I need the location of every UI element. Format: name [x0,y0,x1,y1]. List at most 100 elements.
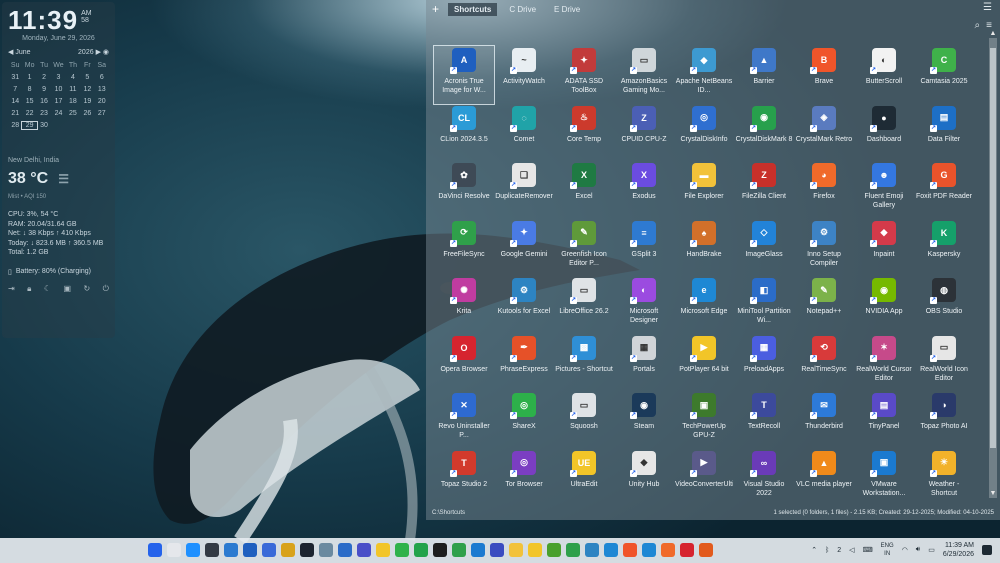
shortcut-item[interactable]: ◑ Topaz Photo AI [914,391,974,449]
calendar-day[interactable]: 24 [51,110,65,117]
calendar-day[interactable]: 31 [8,74,22,81]
battery-tray-icon[interactable]: ▭ [928,546,935,554]
calendar-day[interactable]: 11 [66,86,80,93]
shortcut-item[interactable]: T Topaz Studio 2 [434,449,494,507]
shortcut-item[interactable]: X Excel [554,161,614,219]
shortcut-item[interactable]: ◌ Comet [494,104,554,162]
calendar-day[interactable]: 16 [37,98,51,105]
calendar-day[interactable]: 19 [80,98,94,105]
scrollbar[interactable] [989,38,997,498]
shortcut-item[interactable]: ▲ VLC media player [794,449,854,507]
taskbar-app-icon[interactable] [566,543,580,557]
shortcut-item[interactable]: Z FileZilla Client [734,161,794,219]
calendar-day[interactable]: 20 [95,98,109,105]
calendar-day[interactable]: 22 [22,110,36,117]
shortcut-item[interactable]: ◉ CrystalDiskMark 8 [734,104,794,162]
shortcut-item[interactable]: ☻ Fluent Emoji Gallery [854,161,914,219]
search-icon[interactable]: ⌕ [975,20,981,31]
shortcut-item[interactable]: ☀ Weather - Shortcut [914,449,974,507]
shortcut-item[interactable]: B Brave [794,46,854,104]
calendar-day[interactable]: 1 [22,74,36,81]
tray-keyboard-icon[interactable]: ⌨ [863,546,873,554]
taskbar-app-icon[interactable] [661,543,675,557]
calendar-day[interactable]: 13 [95,86,109,93]
shortcut-item[interactable]: ✒ PhraseExpress [494,334,554,392]
restart-icon[interactable]: ↻ [84,284,91,294]
shortcut-item[interactable]: ▭ AmazonBasics Gaming Mo... [614,46,674,104]
tab-c-drive[interactable]: C Drive [503,3,542,16]
calendar-day[interactable]: 8 [22,86,36,93]
lock-icon[interactable]: 🔒︎ [27,284,31,294]
shortcut-item[interactable]: ♨ Core Temp [554,104,614,162]
shortcut-item[interactable]: ✦ Google Gemini [494,219,554,277]
shortcut-item[interactable]: ▦ Portals [614,334,674,392]
shortcut-item[interactable]: ✉ Thunderbird [794,391,854,449]
shortcut-item[interactable]: ◇ ImageGlass [734,219,794,277]
scroll-up-icon[interactable]: ▲ [989,30,997,37]
shortcut-item[interactable]: ◕ Firefox [794,161,854,219]
shortcut-item[interactable]: ✺ Krita [434,276,494,334]
start-icon[interactable] [148,543,162,557]
shortcut-item[interactable]: A Acronis True Image for W... [433,45,495,105]
taskbar-app-icon[interactable] [433,543,447,557]
shortcut-item[interactable]: G Foxit PDF Reader [914,161,974,219]
taskbar-app-icon[interactable] [224,543,238,557]
shortcut-item[interactable]: Z CPUID CPU-Z [614,104,674,162]
shortcut-item[interactable]: ≡ GSplit 3 [614,219,674,277]
taskbar-app-icon[interactable] [186,543,200,557]
taskbar-app-icon[interactable] [452,543,466,557]
shortcut-item[interactable]: C Camtasia 2025 [914,46,974,104]
calendar-day[interactable]: 28 [8,122,22,129]
tray-bluetooth-icon[interactable]: ᛒ [825,547,829,554]
shortcut-item[interactable]: ✶ RealWorld Cursor Editor [854,334,914,392]
shortcut-item[interactable]: X Exodus [614,161,674,219]
taskbar-app-icon[interactable] [699,543,713,557]
shortcut-item[interactable]: ✎ Notepad++ [794,276,854,334]
shortcut-item[interactable]: ▲ Barrier [734,46,794,104]
calendar-day[interactable]: 6 [95,74,109,81]
menu-icon[interactable]: ☰ [983,2,992,13]
shortcut-item[interactable]: ∞ Visual Studio 2022 [734,449,794,507]
scroll-thumb[interactable] [990,48,996,448]
shortcut-item[interactable]: ◎ ShareX [494,391,554,449]
taskbar-app-icon[interactable] [509,543,523,557]
shortcut-item[interactable]: ◉ Steam [614,391,674,449]
shortcut-item[interactable]: ▭ Squoosh [554,391,614,449]
calendar-day[interactable]: 17 [51,98,65,105]
shortcut-item[interactable]: ▬ File Explorer [674,161,734,219]
tray-count[interactable]: 2 [837,547,841,554]
shortcut-item[interactable]: ◍ OBS Studio [914,276,974,334]
calendar-day[interactable]: 4 [66,74,80,81]
tray-audio-icon[interactable]: ◁ [849,546,854,554]
taskbar-app-icon[interactable] [376,543,390,557]
calendar-day[interactable]: 27 [95,110,109,117]
taskbar-app-icon[interactable] [680,543,694,557]
taskbar-app-icon[interactable] [642,543,656,557]
shortcut-item[interactable]: ⟲ RealTimeSync [794,334,854,392]
calendar-day[interactable]: 18 [66,98,80,105]
tab-e-drive[interactable]: E Drive [548,3,586,16]
notification-icon[interactable] [982,545,992,555]
shortcut-item[interactable]: K Kaspersky [914,219,974,277]
shortcut-item[interactable]: ▤ Data Filter [914,104,974,162]
shortcut-item[interactable]: ⚙ Kutools for Excel [494,276,554,334]
shortcut-item[interactable]: ◐ Microsoft Designer [614,276,674,334]
taskbar-clock[interactable]: 11:39 AM 6/29/2026 [943,541,974,559]
volume-icon[interactable]: 🔊︎ [916,546,920,554]
calendar-day[interactable]: 5 [80,74,94,81]
shortcut-item[interactable]: ~ ActivityWatch [494,46,554,104]
shortcut-item[interactable]: ▤ TinyPanel [854,391,914,449]
scroll-down-icon[interactable]: ▼ [989,490,997,497]
taskbar-app-icon[interactable] [300,543,314,557]
taskbar-app-icon[interactable] [623,543,637,557]
shortcut-item[interactable]: O Opera Browser [434,334,494,392]
shortcut-item[interactable]: ▣ TechPowerUp GPU-Z [674,391,734,449]
taskbar-app-icon[interactable] [205,543,219,557]
taskbar-app-icon[interactable] [490,543,504,557]
language-indicator[interactable]: ENG IN [881,542,894,558]
calendar-day[interactable]: 10 [51,86,65,93]
shortcut-item[interactable]: ✕ Revo Uninstaller P... [434,391,494,449]
taskbar-app-icon[interactable] [357,543,371,557]
shortcut-item[interactable]: ◆ Inpaint [854,219,914,277]
shortcut-item[interactable]: CL CLion 2024.3.5 [434,104,494,162]
